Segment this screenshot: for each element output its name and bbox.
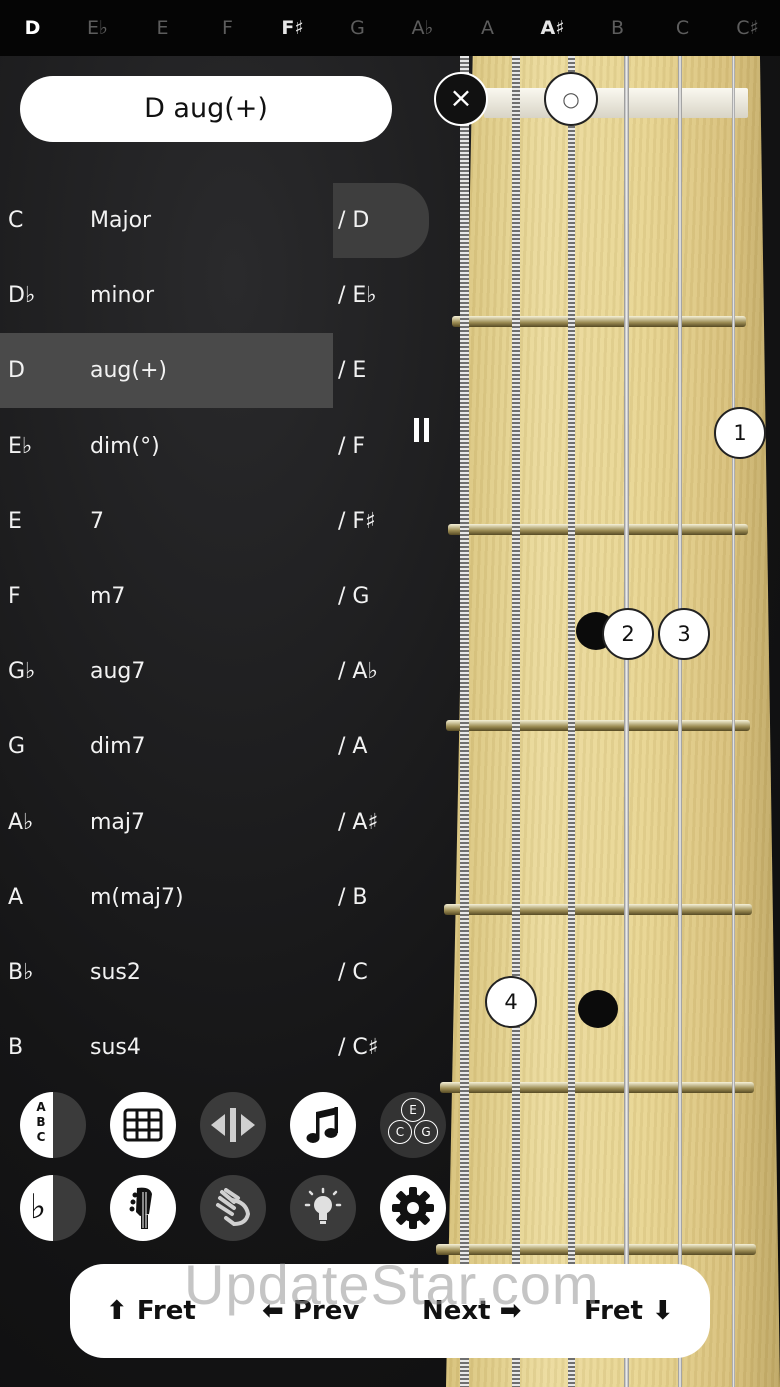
- gear-icon: [392, 1187, 434, 1229]
- root-note-item[interactable]: F: [8, 559, 78, 634]
- fret-1: [452, 316, 746, 327]
- flip-horizontal-icon: [211, 1108, 255, 1142]
- chord-quality-item[interactable]: maj7: [90, 785, 320, 860]
- lightbulb-icon: [304, 1187, 342, 1224]
- fret-3: [446, 720, 750, 731]
- root-note-item[interactable]: G♭: [8, 634, 78, 709]
- music-note-icon: [306, 1107, 338, 1143]
- root-note-item[interactable]: E: [8, 484, 78, 559]
- chord-quality-item[interactable]: aug7: [90, 634, 320, 709]
- chord-quality-item[interactable]: m(maj7): [90, 860, 320, 935]
- scale-note-dot: [578, 990, 618, 1028]
- fret-5: [440, 1082, 754, 1093]
- chord-quality-item[interactable]: Major: [90, 183, 320, 258]
- open-string-marker[interactable]: ○: [544, 72, 598, 126]
- root-note-item[interactable]: A: [8, 860, 78, 935]
- string-3: [624, 56, 629, 1387]
- top-note-2[interactable]: E: [130, 0, 195, 56]
- bass-note-item[interactable]: / C: [338, 935, 428, 1010]
- top-note-0[interactable]: D: [0, 0, 65, 56]
- chord-quality-item[interactable]: 7: [90, 484, 320, 559]
- chord-quality-item[interactable]: m7: [90, 559, 320, 634]
- pause-icon[interactable]: [414, 418, 430, 442]
- chord-quality-item[interactable]: sus4: [90, 1010, 320, 1085]
- finger-marker-3[interactable]: 3: [658, 608, 710, 660]
- grid-icon: [123, 1108, 163, 1142]
- bass-note-item[interactable]: / A♯: [338, 785, 428, 860]
- chord-grid-button[interactable]: [110, 1092, 176, 1158]
- bass-note-item[interactable]: / D: [338, 183, 428, 258]
- root-note-item[interactable]: B♭: [8, 935, 78, 1010]
- guitar-nut: [484, 88, 748, 118]
- top-note-3[interactable]: F: [195, 0, 260, 56]
- top-note-4[interactable]: F♯: [260, 0, 325, 56]
- root-note-item[interactable]: A♭: [8, 785, 78, 860]
- flat-symbol: ♭: [30, 1187, 47, 1227]
- finger-marker-4[interactable]: 4: [485, 976, 537, 1028]
- bass-note-item[interactable]: / F♯: [338, 484, 428, 559]
- bass-note-item[interactable]: / A: [338, 709, 428, 784]
- chord-tone-e: E: [401, 1098, 425, 1122]
- watermark-text: UpdateStar.com: [184, 1253, 600, 1316]
- fret-up-button[interactable]: ⬆ Fret: [106, 1264, 196, 1358]
- abc-letter: B: [36, 1115, 46, 1129]
- settings-button[interactable]: [380, 1175, 446, 1241]
- chord-tones-button[interactable]: E C G: [380, 1092, 446, 1158]
- root-note-item[interactable]: E♭: [8, 409, 78, 484]
- play-sound-button[interactable]: [290, 1092, 356, 1158]
- flat-sharp-toggle[interactable]: ♭: [20, 1175, 86, 1241]
- chord-quality-item[interactable]: aug(+): [90, 333, 320, 408]
- chord-title[interactable]: D aug(+): [20, 76, 392, 142]
- root-note-item[interactable]: G: [8, 709, 78, 784]
- fret-4: [444, 904, 752, 915]
- chord-tone-g: G: [414, 1120, 438, 1144]
- top-note-5[interactable]: G: [325, 0, 390, 56]
- top-note-10[interactable]: C: [650, 0, 715, 56]
- chord-quality-item[interactable]: sus2: [90, 935, 320, 1010]
- abc-letter: C: [36, 1130, 46, 1144]
- left-hand-button[interactable]: [200, 1175, 266, 1241]
- top-note-11[interactable]: C♯: [715, 0, 780, 56]
- chord-quality-item[interactable]: dim7: [90, 709, 320, 784]
- bass-note-item[interactable]: / G: [338, 559, 428, 634]
- chord-quality-item[interactable]: dim(°): [90, 409, 320, 484]
- bass-note-item[interactable]: / C♯: [338, 1010, 428, 1085]
- top-note-6[interactable]: A♭: [390, 0, 455, 56]
- bass-note-item[interactable]: / B: [338, 860, 428, 935]
- guitar-headstock-icon: [129, 1187, 152, 1229]
- hint-button[interactable]: [290, 1175, 356, 1241]
- bass-note-item[interactable]: / E♭: [338, 258, 428, 333]
- root-note-item[interactable]: D♭: [8, 258, 78, 333]
- top-note-9[interactable]: B: [585, 0, 650, 56]
- string-5: [512, 56, 520, 1387]
- finger-marker-1[interactable]: 1: [714, 407, 766, 459]
- abc-notation-toggle[interactable]: A B C: [20, 1092, 86, 1158]
- note-selector-bar: D E♭ E F F♯ G A♭ A A♯ B C C♯: [0, 0, 780, 56]
- bass-note-item[interactable]: / E: [338, 333, 428, 408]
- string-2: [678, 56, 682, 1387]
- string-1: [732, 56, 735, 1387]
- top-note-7[interactable]: A: [455, 0, 520, 56]
- root-note-item[interactable]: B: [8, 1010, 78, 1085]
- mirror-button[interactable]: [200, 1092, 266, 1158]
- root-note-item[interactable]: D: [8, 333, 78, 408]
- finger-marker-2[interactable]: 2: [602, 608, 654, 660]
- top-note-8[interactable]: A♯: [520, 0, 585, 56]
- instrument-button[interactable]: [110, 1175, 176, 1241]
- muted-string-x-icon[interactable]: ×: [434, 72, 488, 126]
- hand-icon: [216, 1188, 251, 1227]
- root-note-item[interactable]: C: [8, 183, 78, 258]
- abc-letter: A: [36, 1100, 46, 1114]
- string-6: [460, 56, 469, 1387]
- chord-tone-c: C: [388, 1120, 412, 1144]
- top-note-1[interactable]: E♭: [65, 0, 130, 56]
- string-4: [568, 56, 575, 1387]
- chord-quality-item[interactable]: minor: [90, 258, 320, 333]
- fret-2: [448, 524, 748, 535]
- bass-note-item[interactable]: / A♭: [338, 634, 428, 709]
